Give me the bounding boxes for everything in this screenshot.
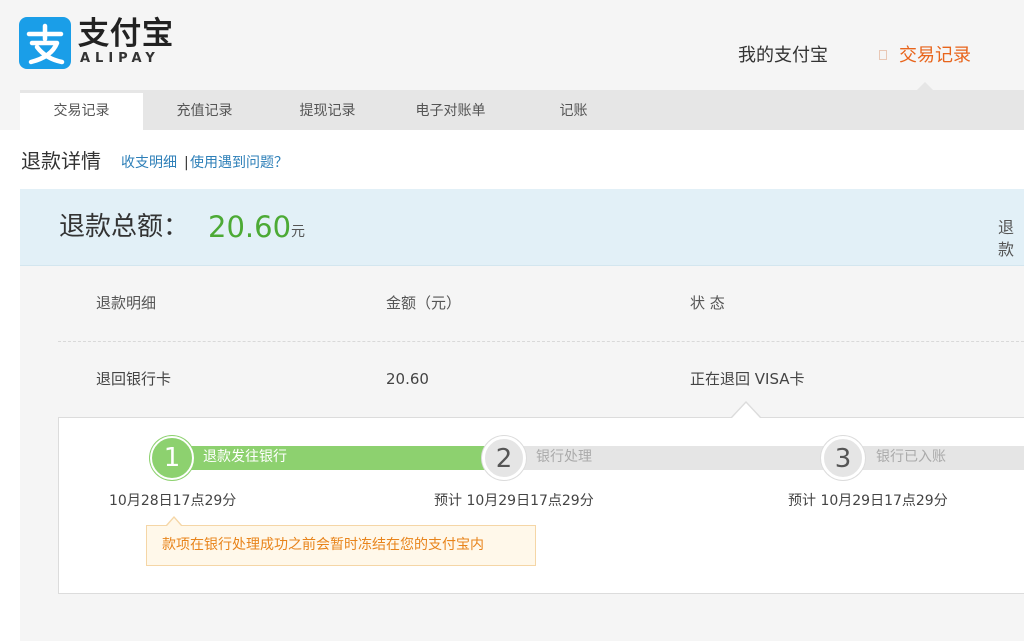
note-caret-fill (167, 518, 181, 526)
subnav-tab-withdraw[interactable]: 提现记录 (266, 93, 389, 130)
step-3-label: 银行已入账 (876, 449, 946, 465)
subnav-tab-transactions[interactable]: 交易记录 (20, 93, 143, 130)
column-header-detail: 退款明细 (96, 294, 157, 312)
link-separator: | (184, 155, 189, 171)
step-1-circle: 1 (150, 436, 194, 480)
cell-refund-amount: 20.60 (386, 370, 429, 388)
subnav-tab-bookkeeping[interactable]: 记账 (512, 93, 635, 130)
step-3-circle: 3 (821, 436, 865, 480)
nav-bullet-icon (879, 50, 887, 60)
step-2-time: 预计 10月29日17点29分 (434, 493, 594, 509)
refund-total-unit: 元 (291, 224, 305, 240)
progress-box-caret-fill (732, 403, 760, 418)
cell-refund-destination: 退回银行卡 (96, 370, 172, 388)
cell-refund-status: 正在退回 VISA卡 (690, 370, 805, 388)
sub-navigation: 交易记录 充值记录 提现记录 电子对账单 记账 (20, 90, 1024, 130)
row-divider (58, 341, 1024, 342)
column-header-status: 状 态 (690, 294, 725, 312)
nav-my-alipay[interactable]: 我的支付宝 (738, 44, 828, 68)
nav-transaction-records[interactable]: 交易记录 (899, 44, 971, 68)
step-2-label: 银行处理 (536, 449, 592, 465)
subnav-tab-recharge[interactable]: 充值记录 (143, 93, 266, 130)
column-header-amount: 金额（元） (386, 294, 462, 312)
alipay-logo-icon[interactable] (19, 17, 71, 69)
page-title: 退款详情 (21, 149, 101, 173)
logo-text-cn: 支付宝 (78, 16, 174, 52)
step-1-label: 退款发往银行 (203, 449, 287, 465)
step-3-time: 预计 10月29日17点29分 (788, 493, 948, 509)
help-link[interactable]: 使用遇到问题？ (190, 153, 288, 173)
subnav-tab-statement[interactable]: 电子对账单 (389, 93, 512, 130)
frozen-funds-note: 款项在银行处理成功之前会暂时冻结在您的支付宝内 (146, 525, 536, 566)
refund-total-amount: 20.60 (208, 210, 292, 244)
logo-text-en: ALIPAY (80, 51, 160, 66)
refund-total-label: 退款总额： (59, 212, 190, 242)
step-1-time: 10月28日17点29分 (109, 493, 237, 509)
nav-active-caret (917, 82, 933, 90)
income-detail-link[interactable]: 收支明细 (121, 153, 177, 173)
refund-summary-right-text: 退款 (998, 218, 1015, 259)
step-2-circle: 2 (482, 436, 526, 480)
